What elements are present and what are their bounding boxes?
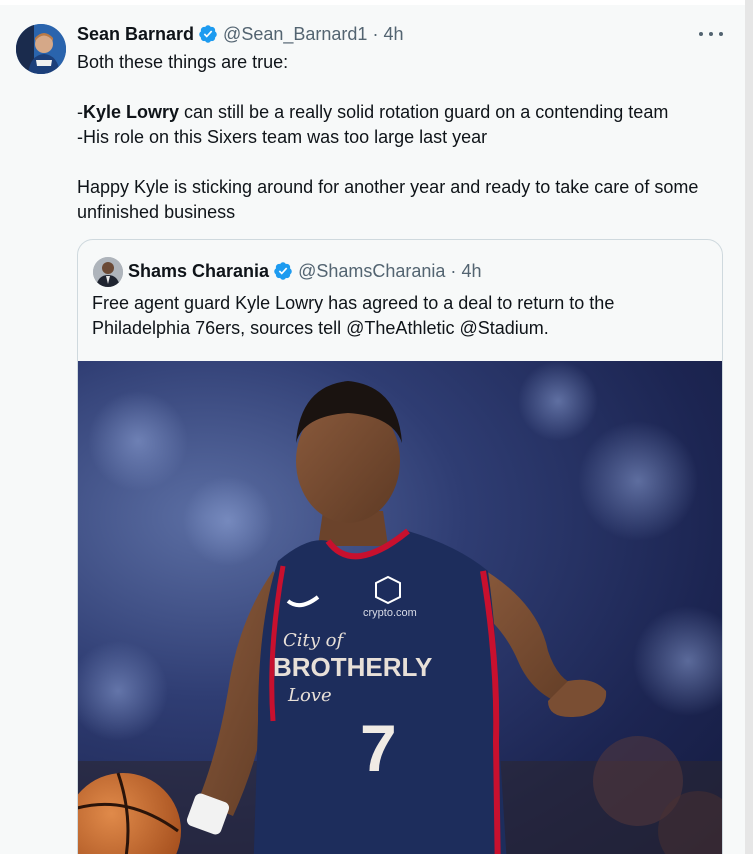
tweet-header: Sean Barnard @Sean_Barnard1 · 4h xyxy=(77,22,403,46)
header-separator: · xyxy=(372,23,379,44)
tweet-intro: Both these things are true: xyxy=(77,52,289,72)
mention-kyle-lowry: Kyle Lowry xyxy=(83,102,180,122)
tweet-body: Both these things are true: -Kyle Lowry … xyxy=(77,50,727,225)
tweet-line-3: Happy Kyle is sticking around for anothe… xyxy=(77,177,699,222)
player-photo[interactable]: crypto.com City of BROTHERLY Love 7 xyxy=(78,361,722,854)
author-handle[interactable]: @Sean_Barnard1 xyxy=(223,24,367,45)
verified-badge-icon xyxy=(198,24,218,44)
tweet-time[interactable]: 4h xyxy=(383,24,403,45)
verified-badge-icon xyxy=(273,261,293,281)
author-name[interactable]: Sean Barnard xyxy=(77,24,194,45)
quoted-separator: · xyxy=(450,260,457,281)
tweet-line-1: -Kyle Lowry can still be a really solid … xyxy=(77,102,669,122)
quoted-header: Shams Charania @ShamsCharania · 4h xyxy=(128,259,481,283)
jersey-city-line-2: BROTHERLY xyxy=(273,652,432,682)
jersey-number: 7 xyxy=(360,711,397,785)
quoted-text: Free agent guard Kyle Lowry has agreed t… xyxy=(92,293,615,338)
quoted-time: 4h xyxy=(461,260,482,281)
top-divider xyxy=(0,0,745,5)
quoted-tweet[interactable]: Shams Charania @ShamsCharania · 4h Free … xyxy=(77,239,723,854)
tweet-line-2: -His role on this Sixers team was too la… xyxy=(77,127,488,147)
more-options-icon[interactable] xyxy=(699,24,723,44)
jersey-city-line-1: City of xyxy=(283,630,346,651)
tweet-card[interactable]: Sean Barnard @Sean_Barnard1 · 4h Both th… xyxy=(0,0,745,854)
author-avatar[interactable] xyxy=(16,24,66,74)
jersey-city-line-3: Love xyxy=(287,685,332,706)
quoted-author-avatar xyxy=(93,257,123,287)
quoted-author-name: Shams Charania xyxy=(128,260,270,281)
jersey-sponsor: crypto.com xyxy=(363,607,417,619)
quoted-author-handle: @ShamsCharania xyxy=(298,260,446,281)
